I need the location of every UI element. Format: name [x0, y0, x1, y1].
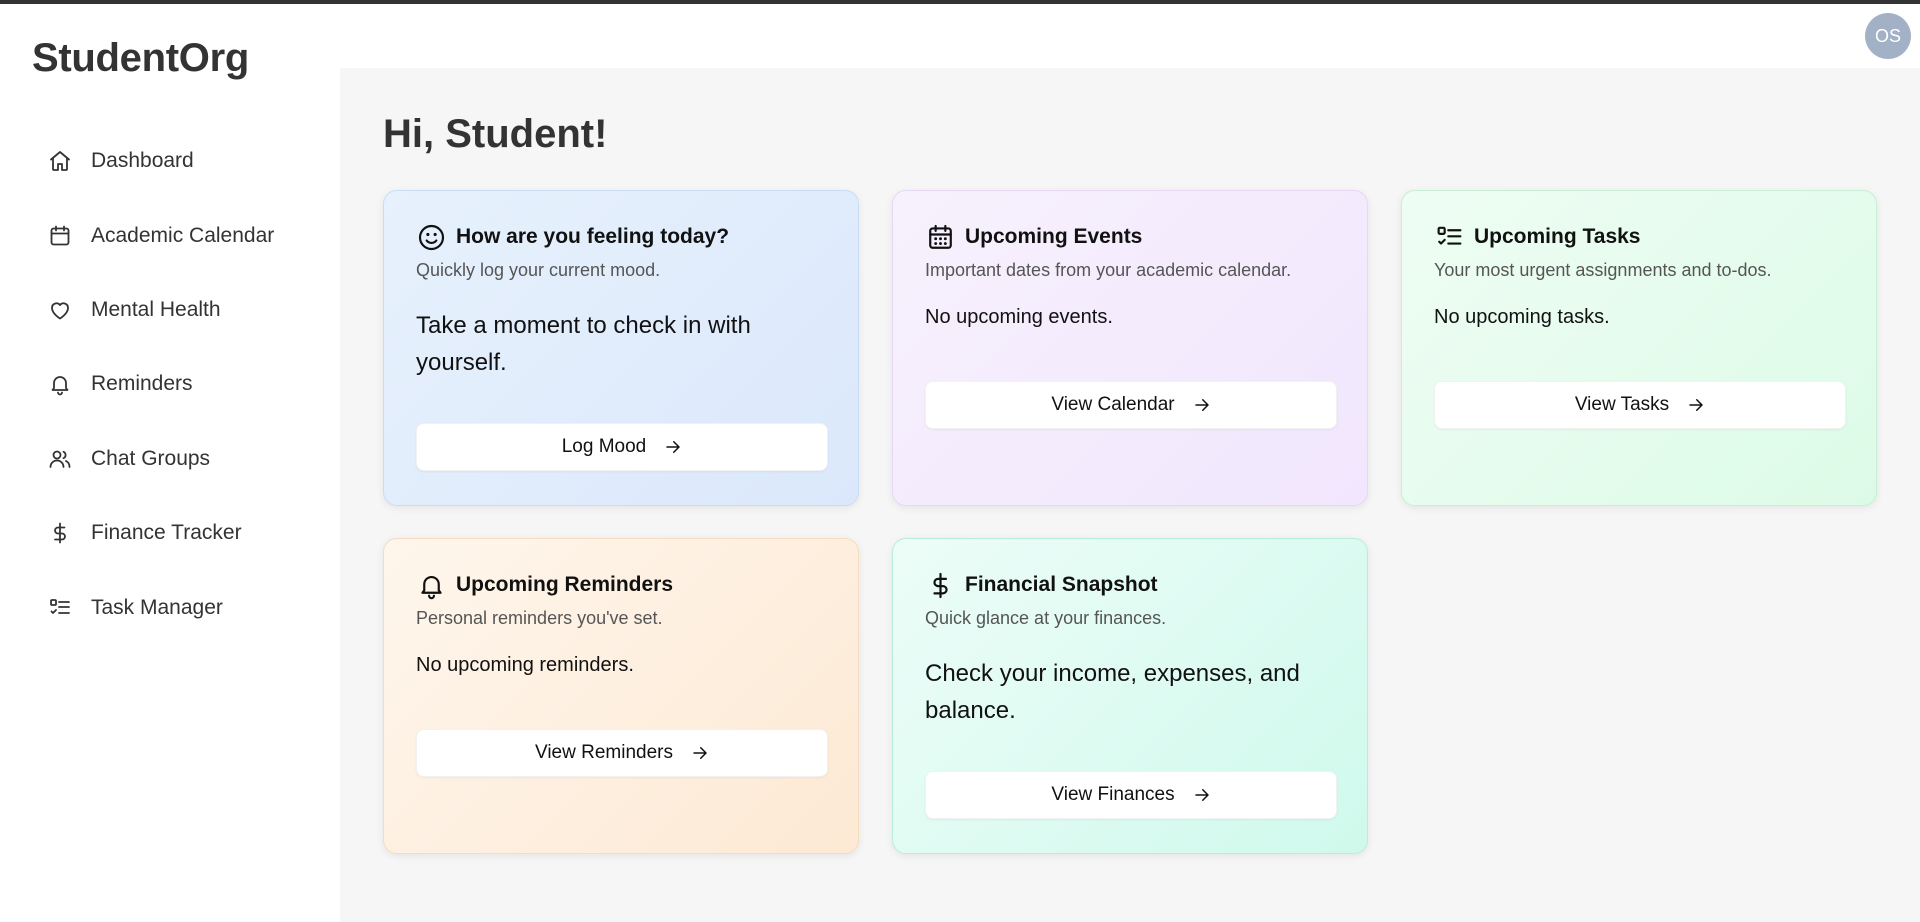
home-icon [47, 148, 73, 174]
log-mood-button[interactable]: Log Mood [416, 423, 828, 471]
sidebar-item-task-manager[interactable]: Task Manager [32, 570, 322, 644]
sidebar: StudentOrg Dashboard Academic Calendar M… [0, 4, 340, 922]
card-body: Check your income, expenses, and balance… [925, 660, 1300, 724]
events-card: Upcoming Events Important dates from you… [892, 190, 1368, 506]
sidebar-item-label: Reminders [91, 372, 193, 396]
mood-card: How are you feeling today? Quickly log y… [383, 190, 859, 506]
button-label: Log Mood [561, 436, 647, 457]
page-title: Hi, Student! [383, 112, 608, 156]
sidebar-item-label: Mental Health [91, 297, 221, 321]
button-label: View Finances [1051, 784, 1175, 805]
bell-icon [47, 371, 73, 397]
arrow-right-icon [1193, 786, 1211, 804]
button-label: View Reminders [535, 742, 673, 763]
bell-icon [416, 570, 446, 600]
sidebar-item-label: Chat Groups [91, 446, 211, 470]
card-subtitle: Your most urgent assignments and to-dos. [1434, 260, 1772, 280]
card-body: No upcoming tasks. [1434, 306, 1610, 328]
view-calendar-button[interactable]: View Calendar [925, 381, 1337, 429]
card-body: No upcoming events. [925, 306, 1113, 328]
card-title: Upcoming Reminders [456, 573, 674, 596]
arrow-right-icon [1193, 396, 1211, 414]
dollar-icon [925, 570, 955, 600]
button-label: View Tasks [1574, 394, 1670, 415]
card-title: Financial Snapshot [965, 573, 1158, 596]
arrow-right-icon [664, 438, 682, 456]
heart-icon [47, 297, 73, 323]
dollar-icon [47, 520, 73, 546]
card-body: No upcoming reminders. [416, 654, 634, 676]
sidebar-item-mental-health[interactable]: Mental Health [32, 273, 322, 347]
list-checks-icon [47, 595, 73, 621]
calendar-days-icon [925, 222, 955, 252]
card-title: Upcoming Events [965, 225, 1143, 248]
avatar[interactable]: OS [1865, 13, 1911, 59]
view-tasks-button[interactable]: View Tasks [1434, 381, 1846, 429]
sidebar-item-label: Dashboard [91, 149, 194, 173]
card-title: How are you feeling today? [456, 225, 730, 248]
sidebar-nav: Dashboard Academic Calendar Mental Healt… [32, 124, 322, 645]
card-subtitle: Important dates from your academic calen… [925, 260, 1292, 280]
sidebar-item-chat-groups[interactable]: Chat Groups [32, 422, 322, 496]
card-subtitle: Quick glance at your finances. [925, 608, 1167, 628]
sidebar-item-label: Task Manager [91, 595, 223, 619]
sidebar-item-label: Finance Tracker [91, 521, 242, 545]
calendar-icon [47, 223, 73, 249]
users-icon [47, 446, 73, 472]
reminders-card: Upcoming Reminders Personal reminders yo… [383, 538, 859, 854]
list-checks-icon [1434, 222, 1464, 252]
main-content: Hi, Student! How are you feeling today? … [340, 68, 1920, 922]
view-reminders-button[interactable]: View Reminders [416, 729, 828, 777]
arrow-right-icon [691, 744, 709, 762]
finance-card: Financial Snapshot Quick glance at your … [892, 538, 1368, 854]
smile-icon [416, 222, 446, 252]
sidebar-item-reminders[interactable]: Reminders [32, 347, 322, 421]
button-label: View Calendar [1051, 394, 1175, 415]
card-body: Take a moment to check in with yourself. [416, 312, 751, 376]
sidebar-item-academic-calendar[interactable]: Academic Calendar [32, 198, 322, 272]
card-subtitle: Quickly log your current mood. [416, 260, 661, 280]
tasks-card: Upcoming Tasks Your most urgent assignme… [1401, 190, 1877, 506]
brand-logo[interactable]: StudentOrg [32, 36, 249, 81]
sidebar-item-finance-tracker[interactable]: Finance Tracker [32, 496, 322, 570]
card-subtitle: Personal reminders you've set. [416, 608, 663, 628]
sidebar-item-label: Academic Calendar [91, 223, 275, 247]
card-title: Upcoming Tasks [1474, 225, 1641, 248]
arrow-right-icon [1687, 396, 1705, 414]
sidebar-item-dashboard[interactable]: Dashboard [32, 124, 322, 198]
view-finances-button[interactable]: View Finances [925, 771, 1337, 819]
